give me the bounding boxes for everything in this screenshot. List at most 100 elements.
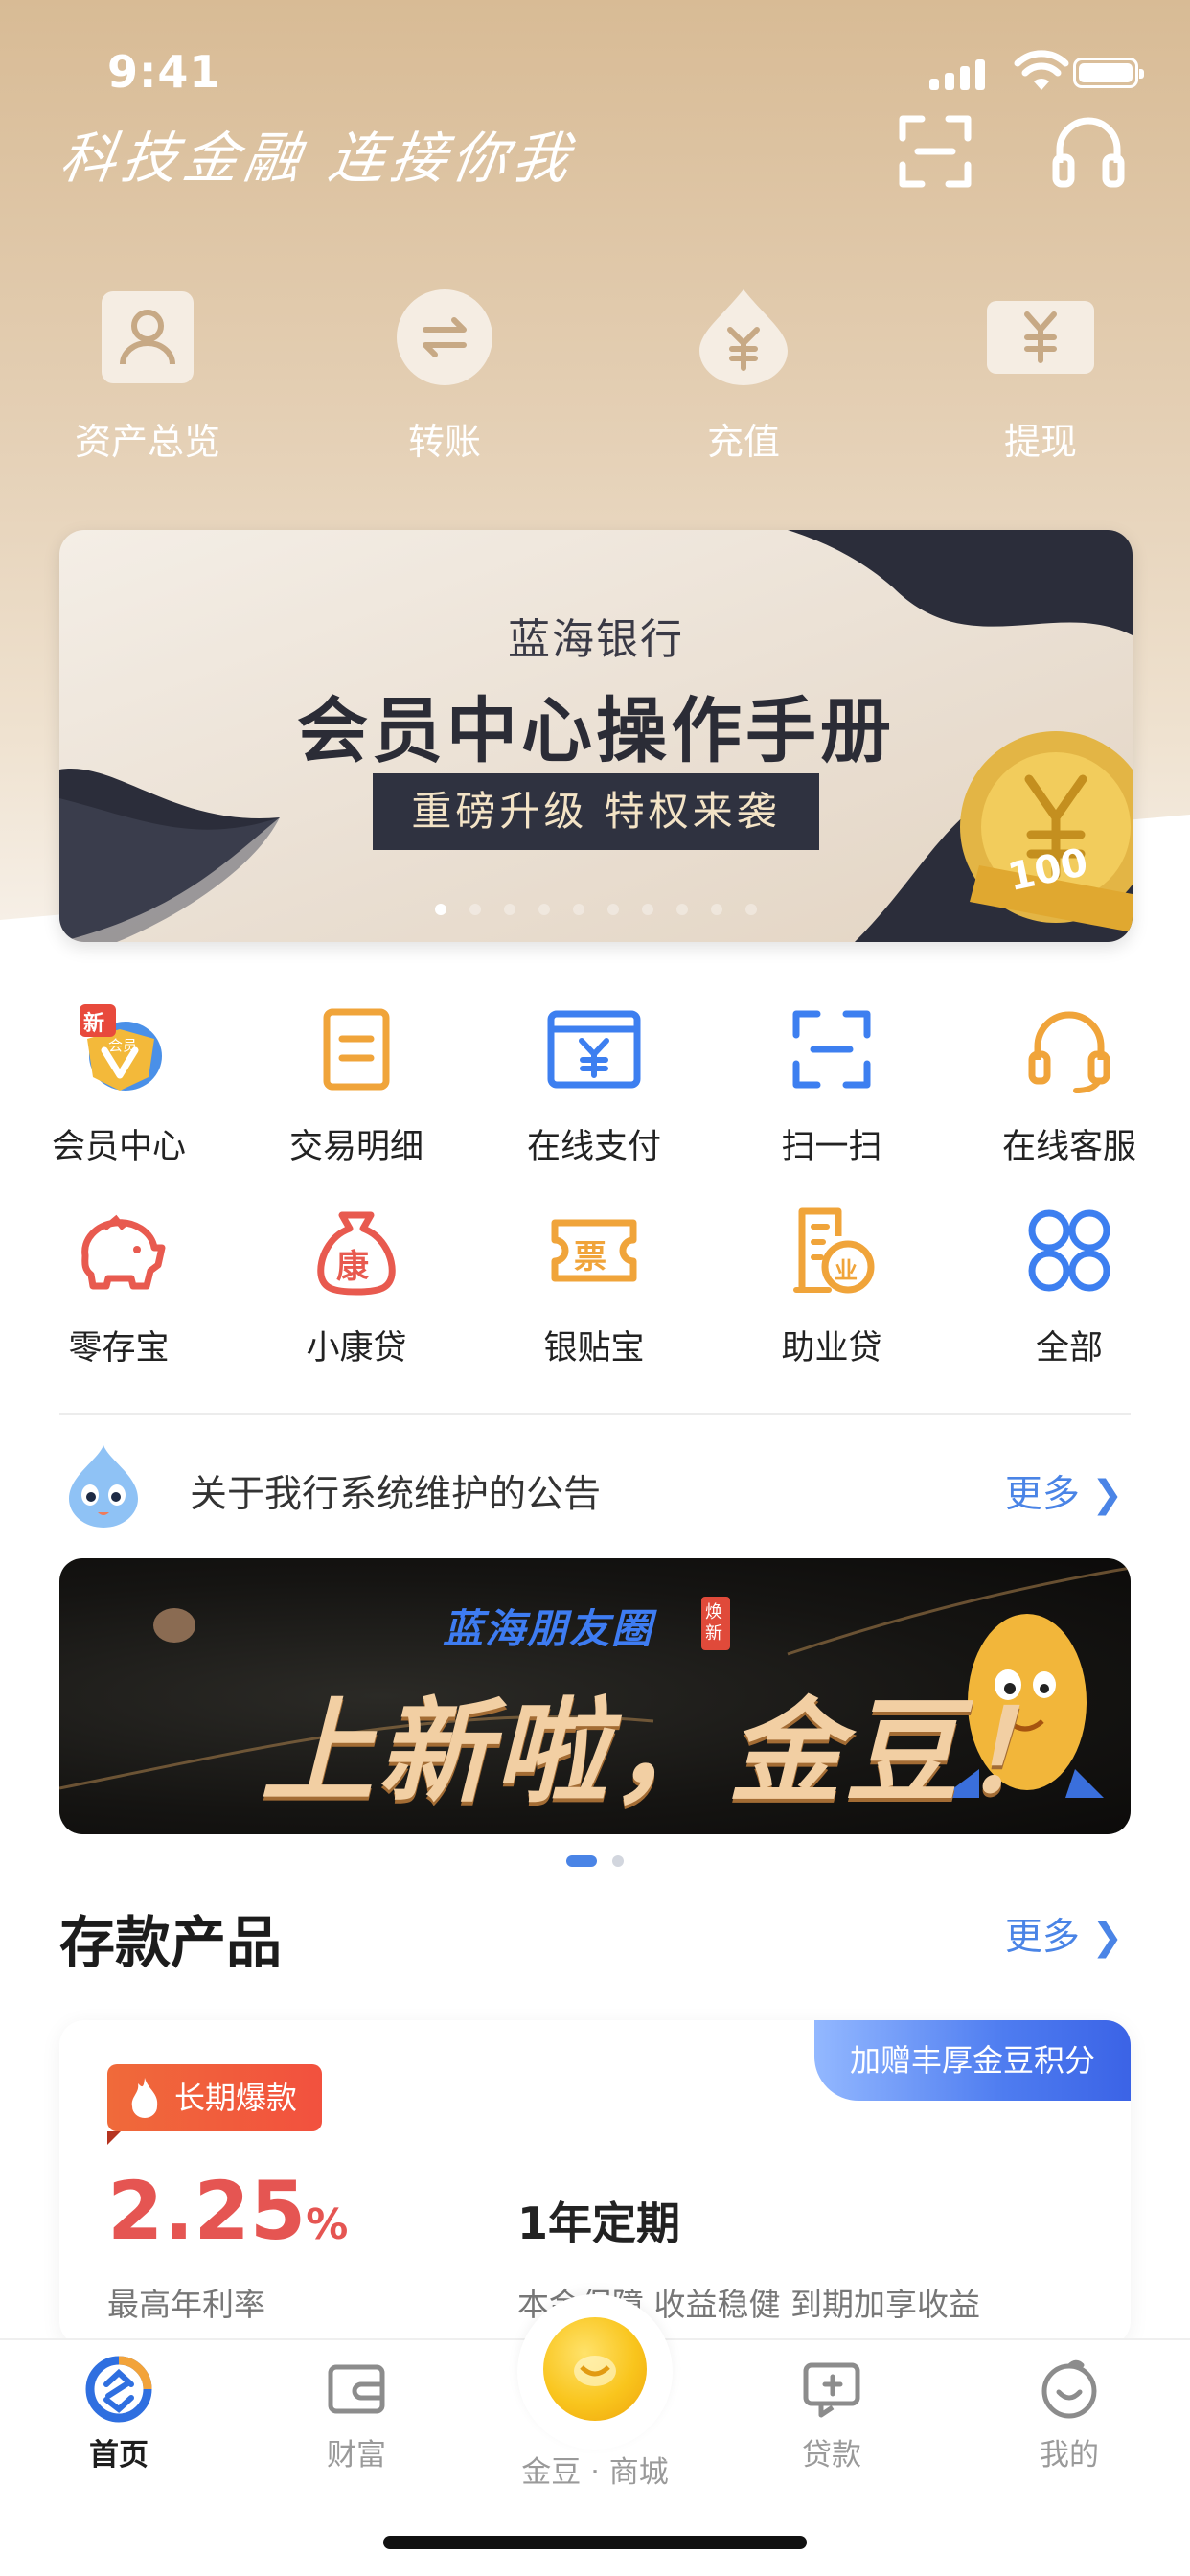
tab-label: 金豆 · 商城 bbox=[521, 2455, 669, 2490]
status-time: 9:41 bbox=[107, 46, 221, 98]
page-dot bbox=[538, 904, 550, 915]
battery-icon bbox=[1073, 58, 1144, 88]
bonus-ribbon: 加赠丰厚金豆积分 bbox=[814, 2020, 1131, 2101]
service-online-support[interactable]: 在线客服 bbox=[950, 997, 1188, 1168]
headset-icon bbox=[1017, 997, 1122, 1102]
headset-icon[interactable] bbox=[1050, 113, 1127, 190]
quick-action-label: 充值 bbox=[706, 421, 780, 463]
banner-tag: 重磅升级 特权来袭 bbox=[373, 773, 819, 850]
bill-icon bbox=[304, 997, 409, 1102]
tab-label: 贷款 bbox=[802, 2438, 861, 2472]
page-dot bbox=[504, 904, 515, 915]
quick-action-transfer[interactable]: 转账 bbox=[339, 288, 550, 465]
hot-tag: 长期爆款 bbox=[107, 2064, 323, 2145]
service-label: 在线支付 bbox=[526, 1128, 661, 1166]
tab-loans[interactable]: 贷款 bbox=[713, 2356, 950, 2473]
service-xiaokangdai[interactable]: 康 小康贷 bbox=[238, 1198, 475, 1369]
page-dot bbox=[642, 904, 653, 915]
member-banner[interactable]: 100 蓝海银行 会员中心操作手册 重磅升级 特权来袭 bbox=[59, 530, 1133, 942]
service-label: 扫一扫 bbox=[781, 1128, 882, 1166]
home-logo-icon bbox=[85, 2356, 152, 2423]
business-loan-icon: 业 bbox=[779, 1198, 884, 1303]
piggy-bank-icon bbox=[66, 1198, 172, 1303]
quick-action-label: 提现 bbox=[1003, 421, 1077, 463]
scan-icon bbox=[779, 997, 884, 1102]
yuan-drop-icon bbox=[694, 288, 793, 387]
page-dot bbox=[435, 904, 446, 915]
wifi-icon bbox=[1014, 50, 1069, 90]
vip-badge-icon: 新 会员 bbox=[66, 997, 172, 1102]
quick-action-topup[interactable]: 充值 bbox=[638, 288, 849, 465]
promo-headline: 上新啦，金豆！ bbox=[261, 1686, 1080, 1818]
transfer-icon bbox=[395, 288, 494, 387]
ticket-icon: 票 bbox=[541, 1198, 647, 1303]
member-badge-text: 会员 bbox=[108, 1037, 138, 1054]
promo-pagination bbox=[0, 1855, 1190, 1867]
promo-title: 蓝海朋友圈 bbox=[443, 1605, 654, 1652]
tab-profile[interactable]: 我的 bbox=[950, 2356, 1188, 2473]
page-dot bbox=[676, 904, 688, 915]
tab-label: 我的 bbox=[1040, 2438, 1099, 2472]
page-dot bbox=[607, 904, 619, 915]
scan-icon[interactable] bbox=[897, 113, 973, 190]
tab-wealth[interactable]: 财富 bbox=[238, 2356, 475, 2473]
tab-label: 首页 bbox=[89, 2438, 149, 2472]
notice-bar[interactable]: 关于我行系统维护的公告 更多 ❯ bbox=[59, 1441, 1131, 1530]
more-label: 更多 bbox=[1004, 1473, 1080, 1516]
hot-tag-label: 长期爆款 bbox=[174, 2080, 298, 2116]
promo-banner[interactable]: 蓝海朋友圈 焕新 上新啦，金豆！ bbox=[59, 1558, 1131, 1834]
service-label: 在线客服 bbox=[1001, 1128, 1136, 1166]
rate-unit: % bbox=[306, 2200, 349, 2249]
service-scan[interactable]: 扫一扫 bbox=[713, 997, 950, 1168]
new-badge: 新 bbox=[83, 1012, 105, 1036]
yuan-card-icon bbox=[987, 288, 1094, 387]
home-indicator bbox=[383, 2536, 807, 2549]
service-label: 零存宝 bbox=[68, 1329, 170, 1368]
service-member-center[interactable]: 新 会员 会员中心 bbox=[0, 997, 238, 1168]
section-divider bbox=[59, 1413, 1131, 1414]
page-dot bbox=[573, 904, 584, 915]
flame-icon bbox=[131, 2078, 158, 2118]
cellular-signal-icon bbox=[929, 58, 987, 90]
service-transactions[interactable]: 交易明细 bbox=[238, 997, 475, 1168]
tab-home[interactable]: 首页 bbox=[0, 2356, 238, 2473]
more-label: 更多 bbox=[1004, 1916, 1080, 1959]
loan-icon bbox=[798, 2356, 865, 2423]
banner-subtitle: 蓝海银行 bbox=[508, 615, 684, 664]
wallet-icon bbox=[323, 2356, 390, 2423]
rate-label: 最高年利率 bbox=[107, 2286, 265, 2323]
quick-action-assets[interactable]: 资产总览 bbox=[42, 288, 253, 465]
loan-glyph: 业 bbox=[835, 1257, 858, 1284]
service-label: 交易明细 bbox=[288, 1128, 423, 1166]
service-all[interactable]: 全部 bbox=[950, 1198, 1188, 1369]
service-zhuyedai[interactable]: 业 助业贷 bbox=[713, 1198, 950, 1369]
service-label: 会员中心 bbox=[51, 1128, 186, 1166]
tab-gold-bean-mall[interactable] bbox=[517, 2294, 673, 2450]
service-lingcunbao[interactable]: 零存宝 bbox=[0, 1198, 238, 1369]
interest-rate: 2.25% bbox=[107, 2164, 348, 2258]
product-name: 1年定期 bbox=[517, 2197, 681, 2249]
tab-label: 财富 bbox=[327, 2438, 386, 2472]
quick-action-label: 资产总览 bbox=[74, 421, 220, 463]
page-dot bbox=[711, 904, 722, 915]
gold-bean-icon bbox=[543, 2317, 647, 2421]
mascot-icon bbox=[69, 1445, 138, 1528]
service-online-payment[interactable]: 在线支付 bbox=[475, 997, 713, 1168]
service-label: 小康贷 bbox=[306, 1329, 407, 1368]
section-title: 存款产品 bbox=[59, 1910, 283, 1975]
quick-action-label: 转账 bbox=[407, 421, 481, 463]
deposit-more-link[interactable]: 更多 ❯ bbox=[1005, 1907, 1123, 1961]
quick-action-withdraw[interactable]: 提现 bbox=[935, 288, 1146, 465]
service-yintiebao[interactable]: 票 银贴宝 bbox=[475, 1198, 713, 1369]
page-dot bbox=[745, 904, 757, 915]
home-screen: 9:41 科技金融 连接你我 资产总览 转账 充值 提现 100 蓝海银行 会员… bbox=[0, 0, 1190, 2576]
page-dot bbox=[566, 1855, 597, 1867]
payment-card-icon bbox=[541, 997, 647, 1102]
page-dot bbox=[612, 1855, 624, 1867]
person-icon bbox=[98, 288, 197, 387]
promo-badge: 焕新 bbox=[705, 1602, 722, 1644]
service-label: 银贴宝 bbox=[543, 1329, 645, 1368]
ticket-glyph: 票 bbox=[574, 1238, 606, 1276]
money-bag-icon: 康 bbox=[304, 1198, 409, 1303]
notice-more-link[interactable]: 更多 ❯ bbox=[1005, 1464, 1123, 1518]
